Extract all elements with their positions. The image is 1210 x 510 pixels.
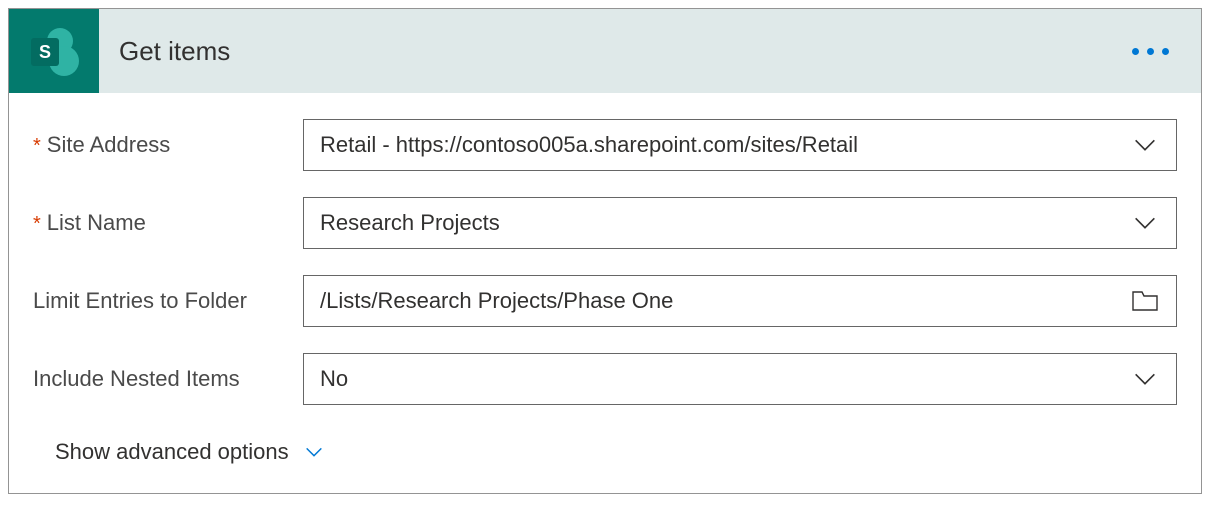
folder-icon (1130, 286, 1160, 316)
dropdown-value: No (320, 366, 1130, 392)
toggle-label: Show advanced options (55, 439, 289, 465)
field-label: Include Nested Items (33, 366, 303, 392)
required-indicator: * (33, 213, 41, 236)
field-include-nested: Include Nested Items No (33, 353, 1177, 405)
site-address-dropdown[interactable]: Retail - https://contoso005a.sharepoint.… (303, 119, 1177, 171)
field-label: * Site Address (33, 132, 303, 158)
label-text: Include Nested Items (33, 366, 240, 392)
label-text: List Name (47, 210, 146, 236)
connector-icon-tile: S (9, 9, 99, 93)
action-title: Get items (119, 36, 1100, 67)
sharepoint-icon: S (29, 26, 79, 76)
limit-folder-input[interactable]: /Lists/Research Projects/Phase One (303, 275, 1177, 327)
show-advanced-toggle[interactable]: Show advanced options (33, 431, 347, 485)
dropdown-value: Retail - https://contoso005a.sharepoint.… (320, 132, 1130, 158)
list-name-dropdown[interactable]: Research Projects (303, 197, 1177, 249)
chevron-down-icon (1130, 208, 1160, 238)
card-header: S Get items (9, 9, 1201, 93)
card-body: * Site Address Retail - https://contoso0… (9, 93, 1201, 493)
label-text: Site Address (47, 132, 171, 158)
label-text: Limit Entries to Folder (33, 288, 247, 314)
action-card: S Get items * Site Address Retail - http… (8, 8, 1202, 494)
dropdown-value: Research Projects (320, 210, 1130, 236)
chevron-down-icon (1130, 130, 1160, 160)
field-label: Limit Entries to Folder (33, 288, 303, 314)
field-limit-folder: Limit Entries to Folder /Lists/Research … (33, 275, 1177, 327)
include-nested-dropdown[interactable]: No (303, 353, 1177, 405)
more-options-button[interactable] (1100, 48, 1201, 55)
required-indicator: * (33, 135, 41, 158)
field-label: * List Name (33, 210, 303, 236)
input-value: /Lists/Research Projects/Phase One (320, 288, 1130, 314)
sharepoint-icon-letter: S (31, 38, 59, 66)
chevron-down-icon (1130, 364, 1160, 394)
field-site-address: * Site Address Retail - https://contoso0… (33, 119, 1177, 171)
field-list-name: * List Name Research Projects (33, 197, 1177, 249)
chevron-down-icon (303, 441, 325, 463)
